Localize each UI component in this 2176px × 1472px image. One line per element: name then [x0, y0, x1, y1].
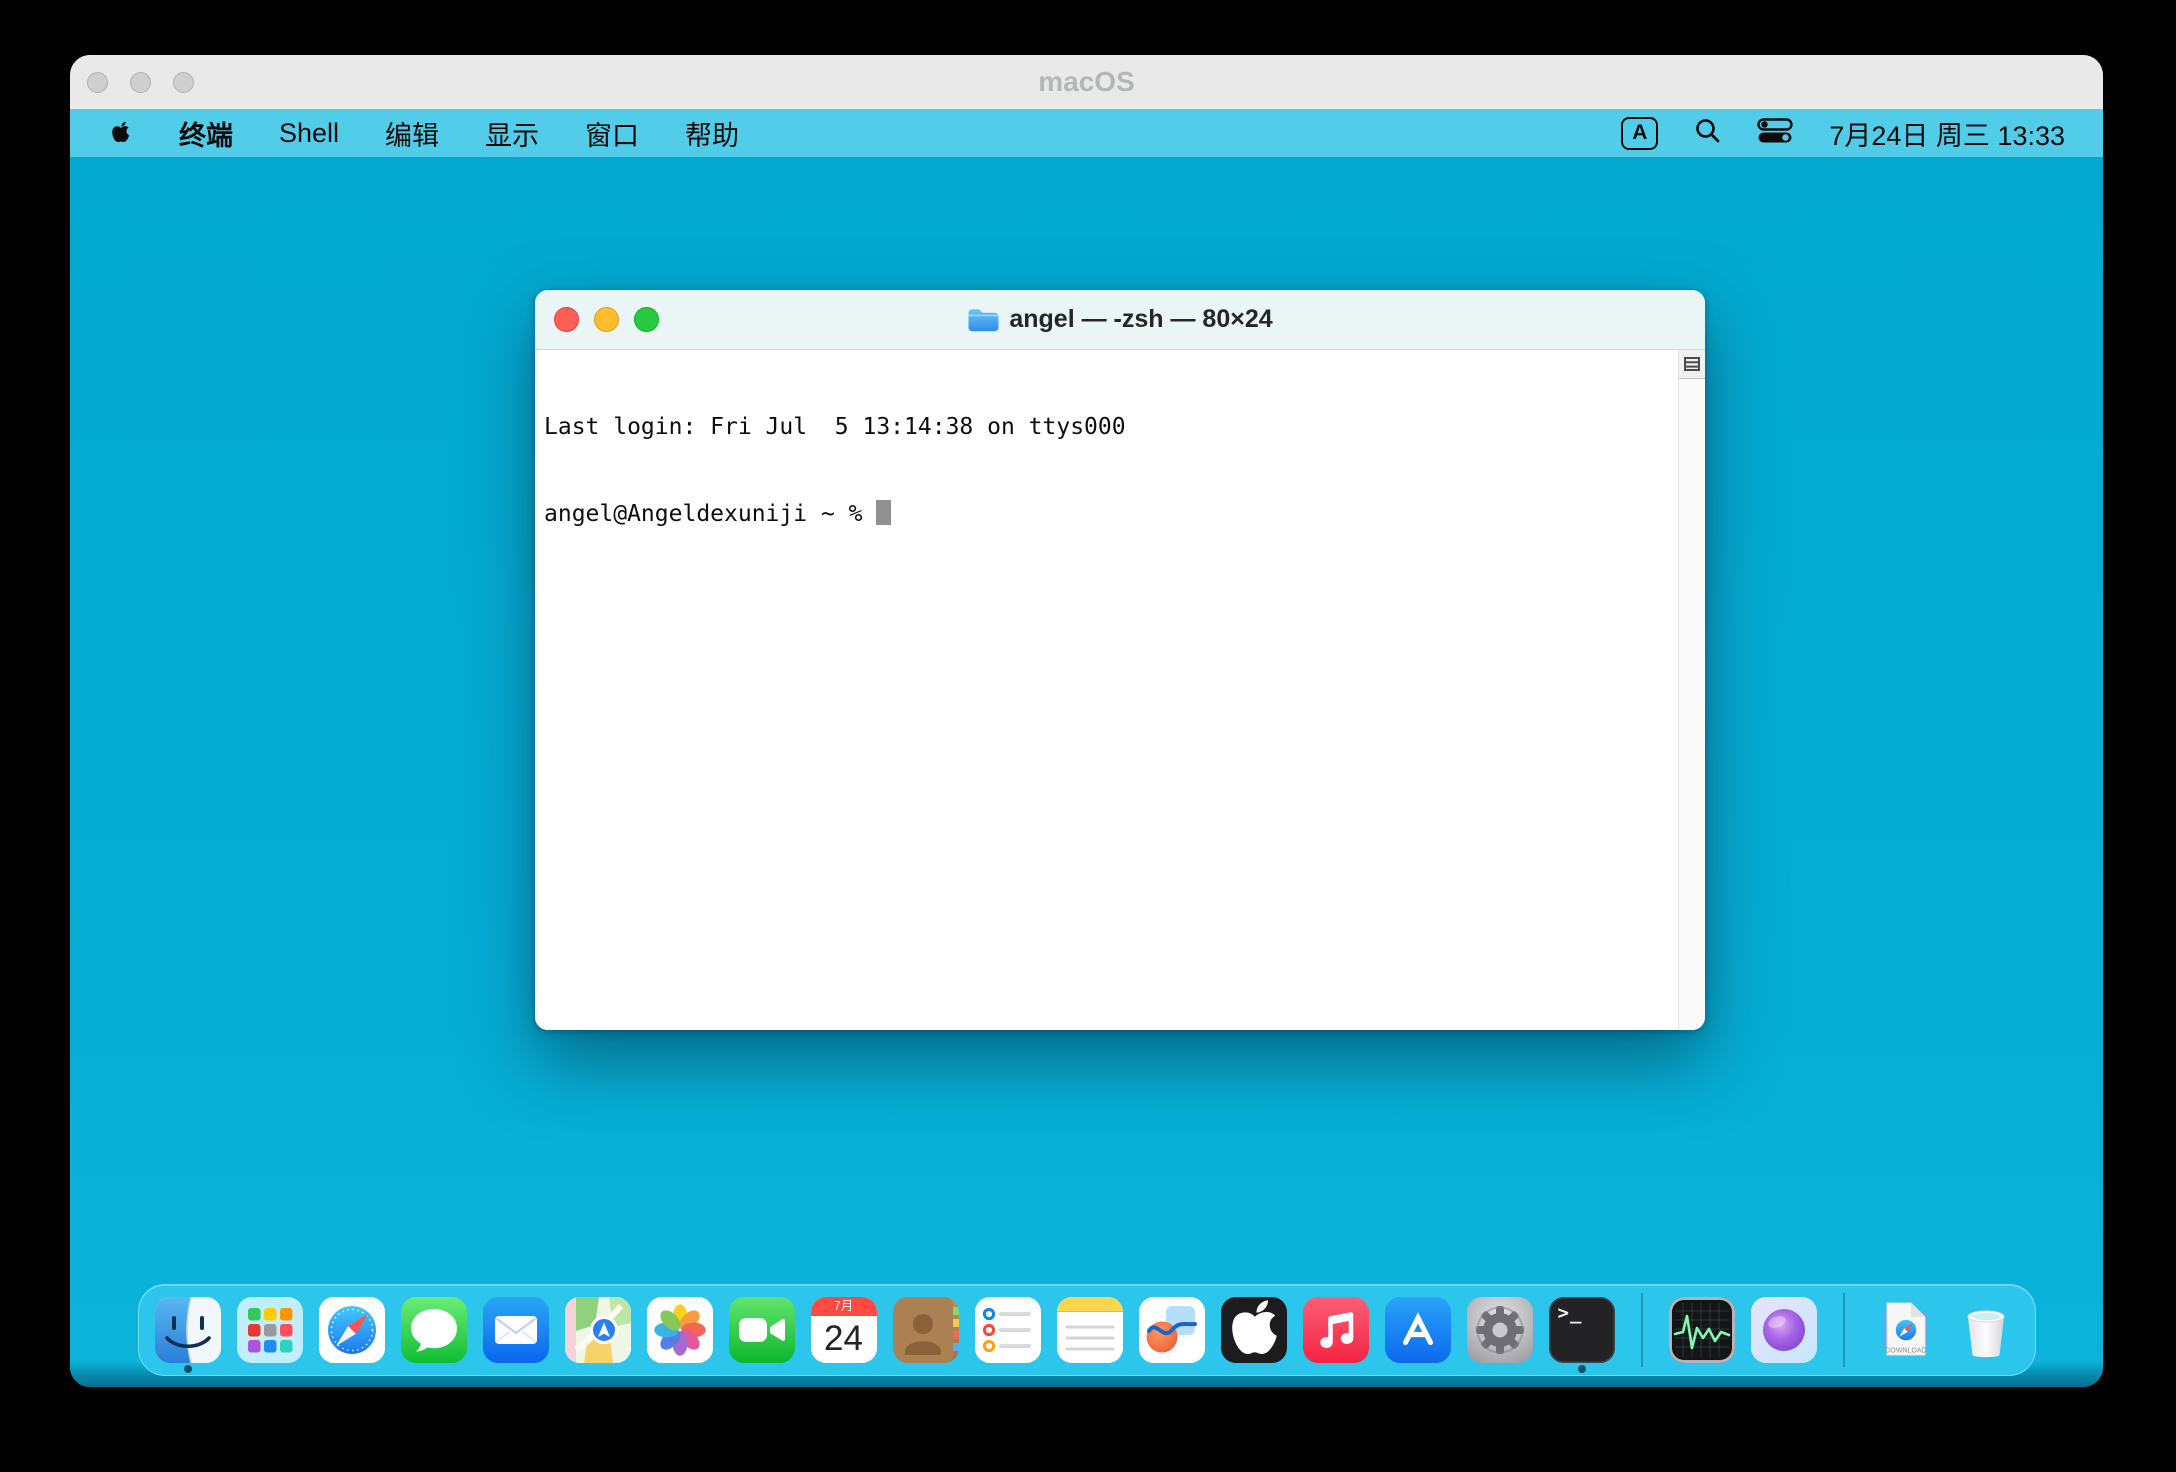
- dock-item-maps[interactable]: [565, 1297, 631, 1363]
- dock-item-safari[interactable]: [319, 1297, 385, 1363]
- menu-item-shell[interactable]: Shell: [279, 118, 339, 149]
- photos-icon: [647, 1297, 713, 1363]
- dock-divider: [1843, 1293, 1845, 1367]
- dock-item-reminders[interactable]: [975, 1297, 1041, 1363]
- dock-item-siri[interactable]: [1751, 1297, 1817, 1363]
- terminal-zoom-button[interactable]: [634, 307, 659, 332]
- dock-item-photos[interactable]: [647, 1297, 713, 1363]
- vm-titlebar: macOS: [70, 55, 2103, 109]
- terminal-output-line: Last login: Fri Jul 5 13:14:38 on ttys00…: [544, 413, 1126, 442]
- downloads-stack-icon: DOWNLOAD: [1871, 1297, 1937, 1363]
- notes-icon: [1057, 1297, 1123, 1363]
- dock-item-contacts[interactable]: [893, 1297, 959, 1363]
- menubar-menus: 终端 Shell 编辑 显示 窗口 帮助: [108, 114, 739, 153]
- terminal-minimize-button[interactable]: [594, 307, 619, 332]
- terminal-close-button[interactable]: [554, 307, 579, 332]
- reminders-icon: [975, 1297, 1041, 1363]
- finder-running-indicator: [184, 1365, 192, 1373]
- dock: 7月 24: [138, 1284, 2036, 1376]
- apple-menu[interactable]: [108, 118, 133, 148]
- apple-icon: [108, 118, 133, 148]
- menubar-status: A 7月24日 周三 13:33: [1621, 114, 2065, 153]
- calendar-month-label: 7月: [811, 1297, 877, 1316]
- control-center-icon: [1757, 118, 1793, 144]
- dock-item-activity-monitor[interactable]: [1669, 1297, 1735, 1363]
- menu-item-edit[interactable]: 编辑: [385, 114, 439, 153]
- list-lines-icon: [1684, 357, 1700, 371]
- dock-item-apple-tv[interactable]: tv: [1221, 1297, 1287, 1363]
- terminal-text: Last login: Fri Jul 5 13:14:38 on ttys00…: [544, 355, 1126, 587]
- terminal-content[interactable]: Last login: Fri Jul 5 13:14:38 on ttys00…: [535, 350, 1705, 1030]
- terminal-prompt: angel@Angeldexuniji ~ %: [544, 501, 876, 527]
- vm-window-title: macOS: [70, 66, 2103, 98]
- menu-item-view[interactable]: 显示: [485, 114, 539, 153]
- finder-icon: [155, 1297, 221, 1363]
- dock-item-system-settings[interactable]: [1467, 1297, 1533, 1363]
- dock-item-launchpad[interactable]: [237, 1297, 303, 1363]
- menu-item-terminal[interactable]: 终端: [179, 114, 233, 153]
- contacts-icon: [893, 1297, 959, 1363]
- dock-item-calendar[interactable]: 7月 24: [811, 1297, 877, 1363]
- maps-icon: [565, 1297, 631, 1363]
- dock-divider: [1641, 1293, 1643, 1367]
- trash-icon: [1953, 1297, 2019, 1363]
- music-icon: [1303, 1297, 1369, 1363]
- input-method-indicator[interactable]: A: [1621, 117, 1658, 150]
- desktop: angel — -zsh — 80×24 Last login: Fri Jul…: [70, 157, 2103, 1387]
- launchpad-icon: [237, 1297, 303, 1363]
- terminal-app-icon: >_: [1558, 1302, 1583, 1324]
- terminal-window-controls: [535, 307, 659, 332]
- terminal-titlebar[interactable]: angel — -zsh — 80×24: [535, 290, 1705, 350]
- vm-window: macOS 终端 Shell 编辑 显示 窗口 帮助 A: [70, 55, 2103, 1387]
- dock-item-downloads[interactable]: DOWNLOAD: [1871, 1297, 1937, 1363]
- menu-item-window[interactable]: 窗口: [585, 114, 639, 153]
- terminal-scrollbar[interactable]: [1678, 350, 1705, 1030]
- messages-icon: [401, 1297, 467, 1363]
- menu-item-help[interactable]: 帮助: [685, 114, 739, 153]
- system-settings-icon: [1467, 1297, 1533, 1363]
- dock-item-music[interactable]: [1303, 1297, 1369, 1363]
- mail-icon: [483, 1297, 549, 1363]
- terminal-cursor: [876, 500, 891, 525]
- menubar-clock[interactable]: 7月24日 周三 13:33: [1829, 114, 2065, 153]
- calendar-day-label: 24: [811, 1316, 877, 1362]
- dock-item-mail[interactable]: [483, 1297, 549, 1363]
- menubar: 终端 Shell 编辑 显示 窗口 帮助 A: [70, 109, 2103, 157]
- terminal-title-text: angel — -zsh — 80×24: [1009, 305, 1272, 334]
- dock-item-freeform[interactable]: [1139, 1297, 1205, 1363]
- dock-item-terminal[interactable]: >_: [1549, 1297, 1615, 1363]
- dock-item-trash[interactable]: [1953, 1297, 2019, 1363]
- control-center[interactable]: [1757, 118, 1793, 149]
- terminal-prompt-row: angel@Angeldexuniji ~ %: [544, 500, 1126, 529]
- activity-monitor-icon: [1669, 1297, 1735, 1363]
- dock-item-facetime[interactable]: [729, 1297, 795, 1363]
- siri-icon: [1751, 1297, 1817, 1363]
- search-icon: [1694, 117, 1721, 144]
- folder-icon: [967, 307, 999, 333]
- facetime-icon: [729, 1297, 795, 1363]
- terminal-window: angel — -zsh — 80×24 Last login: Fri Jul…: [535, 290, 1705, 1030]
- downloads-label: DOWNLOAD: [1885, 1348, 1926, 1355]
- dock-item-messages[interactable]: [401, 1297, 467, 1363]
- app-store-icon: [1385, 1297, 1451, 1363]
- safari-icon: [319, 1297, 385, 1363]
- apple-tv-apple-icon: [1221, 1297, 1287, 1363]
- spotlight-search[interactable]: [1694, 117, 1721, 149]
- terminal-running-indicator: [1578, 1365, 1586, 1373]
- terminal-scrollbar-button[interactable]: [1679, 350, 1705, 379]
- dock-item-app-store[interactable]: [1385, 1297, 1451, 1363]
- dock-item-finder[interactable]: [155, 1297, 221, 1363]
- dock-item-notes[interactable]: [1057, 1297, 1123, 1363]
- freeform-icon: [1139, 1297, 1205, 1363]
- terminal-title: angel — -zsh — 80×24: [535, 305, 1705, 334]
